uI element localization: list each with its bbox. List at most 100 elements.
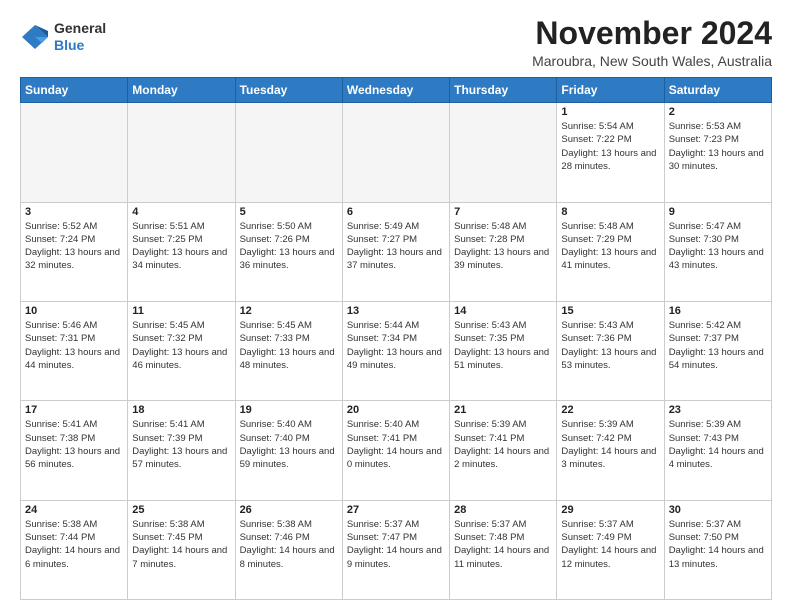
calendar-cell: 28 Sunrise: 5:37 AM Sunset: 7:48 PM Dayli… (450, 500, 557, 599)
day-info: Sunrise: 5:37 AM Sunset: 7:48 PM Dayligh… (454, 518, 552, 571)
month-title: November 2024 (532, 16, 772, 51)
calendar-cell: 30Sunrise: 5:37 AM Sunset: 7:50 PM Dayli… (664, 500, 771, 599)
calendar-cell: 22 Sunrise: 5:39 AM Sunset: 7:42 PM Dayli… (557, 401, 664, 500)
calendar-cell: 9Sunrise: 5:47 AM Sunset: 7:30 PM Daylig… (664, 202, 771, 301)
day-number: 29 (561, 504, 659, 516)
day-info: Sunrise: 5:48 AM Sunset: 7:28 PM Dayligh… (454, 220, 552, 273)
page: General Blue November 2024 Maroubra, New… (0, 0, 792, 612)
day-number: 6 (347, 206, 445, 218)
day-info: Sunrise: 5:51 AM Sunset: 7:25 PM Dayligh… (132, 220, 230, 273)
day-info: Sunrise: 5:39 AM Sunset: 7:41 PM Dayligh… (454, 418, 552, 471)
day-info: Sunrise: 5:38 AM Sunset: 7:45 PM Dayligh… (132, 518, 230, 571)
day-info: Sunrise: 5:43 AM Sunset: 7:36 PM Dayligh… (561, 319, 659, 372)
week-row-1: 1 Sunrise: 5:54 AM Sunset: 7:22 PM Daylig… (21, 103, 772, 202)
calendar-cell: 5 Sunrise: 5:50 AM Sunset: 7:26 PM Daylig… (235, 202, 342, 301)
day-number: 21 (454, 404, 552, 416)
day-info: Sunrise: 5:41 AM Sunset: 7:39 PM Dayligh… (132, 418, 230, 471)
day-number: 1 (561, 106, 659, 118)
week-row-5: 24Sunrise: 5:38 AM Sunset: 7:44 PM Dayli… (21, 500, 772, 599)
calendar-cell: 24Sunrise: 5:38 AM Sunset: 7:44 PM Dayli… (21, 500, 128, 599)
day-number: 5 (240, 206, 338, 218)
day-number: 17 (25, 404, 123, 416)
weekday-header-row: SundayMondayTuesdayWednesdayThursdayFrid… (21, 78, 772, 103)
calendar-cell: 23 Sunrise: 5:39 AM Sunset: 7:43 PM Dayli… (664, 401, 771, 500)
calendar-cell: 13Sunrise: 5:44 AM Sunset: 7:34 PM Dayli… (342, 301, 449, 400)
weekday-header-thursday: Thursday (450, 78, 557, 103)
week-row-2: 3 Sunrise: 5:52 AM Sunset: 7:24 PM Daylig… (21, 202, 772, 301)
day-number: 8 (561, 206, 659, 218)
day-info: Sunrise: 5:43 AM Sunset: 7:35 PM Dayligh… (454, 319, 552, 372)
calendar-cell: 29 Sunrise: 5:37 AM Sunset: 7:49 PM Dayli… (557, 500, 664, 599)
day-info: Sunrise: 5:42 AM Sunset: 7:37 PM Dayligh… (669, 319, 767, 372)
day-info: Sunrise: 5:49 AM Sunset: 7:27 PM Dayligh… (347, 220, 445, 273)
day-number: 11 (132, 305, 230, 317)
calendar-cell: 3 Sunrise: 5:52 AM Sunset: 7:24 PM Daylig… (21, 202, 128, 301)
week-row-4: 17Sunrise: 5:41 AM Sunset: 7:38 PM Dayli… (21, 401, 772, 500)
day-number: 2 (669, 106, 767, 118)
calendar-cell: 16 Sunrise: 5:42 AM Sunset: 7:37 PM Dayli… (664, 301, 771, 400)
header: General Blue November 2024 Maroubra, New… (20, 16, 772, 69)
day-info: Sunrise: 5:39 AM Sunset: 7:43 PM Dayligh… (669, 418, 767, 471)
logo-icon (20, 23, 50, 51)
day-info: Sunrise: 5:54 AM Sunset: 7:22 PM Dayligh… (561, 120, 659, 173)
calendar-cell: 19 Sunrise: 5:40 AM Sunset: 7:40 PM Dayli… (235, 401, 342, 500)
day-info: Sunrise: 5:53 AM Sunset: 7:23 PM Dayligh… (669, 120, 767, 173)
day-info: Sunrise: 5:50 AM Sunset: 7:26 PM Dayligh… (240, 220, 338, 273)
day-number: 15 (561, 305, 659, 317)
day-number: 4 (132, 206, 230, 218)
weekday-header-friday: Friday (557, 78, 664, 103)
calendar-cell: 26 Sunrise: 5:38 AM Sunset: 7:46 PM Dayli… (235, 500, 342, 599)
day-number: 20 (347, 404, 445, 416)
day-info: Sunrise: 5:45 AM Sunset: 7:32 PM Dayligh… (132, 319, 230, 372)
day-number: 7 (454, 206, 552, 218)
calendar-cell: 15 Sunrise: 5:43 AM Sunset: 7:36 PM Dayli… (557, 301, 664, 400)
calendar-cell (21, 103, 128, 202)
calendar-cell: 10Sunrise: 5:46 AM Sunset: 7:31 PM Dayli… (21, 301, 128, 400)
weekday-header-saturday: Saturday (664, 78, 771, 103)
day-number: 23 (669, 404, 767, 416)
day-number: 12 (240, 305, 338, 317)
day-info: Sunrise: 5:40 AM Sunset: 7:40 PM Dayligh… (240, 418, 338, 471)
calendar-cell: 12 Sunrise: 5:45 AM Sunset: 7:33 PM Dayli… (235, 301, 342, 400)
week-row-3: 10Sunrise: 5:46 AM Sunset: 7:31 PM Dayli… (21, 301, 772, 400)
logo-text: General Blue (54, 20, 106, 54)
day-number: 16 (669, 305, 767, 317)
calendar-cell: 14Sunrise: 5:43 AM Sunset: 7:35 PM Dayli… (450, 301, 557, 400)
day-number: 22 (561, 404, 659, 416)
calendar-cell (450, 103, 557, 202)
day-info: Sunrise: 5:38 AM Sunset: 7:46 PM Dayligh… (240, 518, 338, 571)
weekday-header-wednesday: Wednesday (342, 78, 449, 103)
weekday-header-tuesday: Tuesday (235, 78, 342, 103)
day-info: Sunrise: 5:37 AM Sunset: 7:49 PM Dayligh… (561, 518, 659, 571)
calendar-cell: 18 Sunrise: 5:41 AM Sunset: 7:39 PM Dayli… (128, 401, 235, 500)
day-info: Sunrise: 5:38 AM Sunset: 7:44 PM Dayligh… (25, 518, 123, 571)
day-number: 3 (25, 206, 123, 218)
day-number: 26 (240, 504, 338, 516)
calendar-cell: 11 Sunrise: 5:45 AM Sunset: 7:32 PM Dayli… (128, 301, 235, 400)
calendar-cell: 25 Sunrise: 5:38 AM Sunset: 7:45 PM Dayli… (128, 500, 235, 599)
calendar-cell: 2 Sunrise: 5:53 AM Sunset: 7:23 PM Daylig… (664, 103, 771, 202)
day-number: 28 (454, 504, 552, 516)
day-info: Sunrise: 5:37 AM Sunset: 7:47 PM Dayligh… (347, 518, 445, 571)
calendar-cell (342, 103, 449, 202)
day-number: 30 (669, 504, 767, 516)
day-info: Sunrise: 5:45 AM Sunset: 7:33 PM Dayligh… (240, 319, 338, 372)
day-number: 25 (132, 504, 230, 516)
calendar-cell: 6 Sunrise: 5:49 AM Sunset: 7:27 PM Daylig… (342, 202, 449, 301)
day-info: Sunrise: 5:48 AM Sunset: 7:29 PM Dayligh… (561, 220, 659, 273)
logo: General Blue (20, 20, 106, 54)
calendar-cell: 8 Sunrise: 5:48 AM Sunset: 7:29 PM Daylig… (557, 202, 664, 301)
weekday-header-sunday: Sunday (21, 78, 128, 103)
title-block: November 2024 Maroubra, New South Wales,… (532, 16, 772, 69)
calendar-table: SundayMondayTuesdayWednesdayThursdayFrid… (20, 77, 772, 600)
day-info: Sunrise: 5:52 AM Sunset: 7:24 PM Dayligh… (25, 220, 123, 273)
calendar-cell: 1 Sunrise: 5:54 AM Sunset: 7:22 PM Daylig… (557, 103, 664, 202)
day-info: Sunrise: 5:39 AM Sunset: 7:42 PM Dayligh… (561, 418, 659, 471)
day-number: 18 (132, 404, 230, 416)
day-number: 9 (669, 206, 767, 218)
day-number: 19 (240, 404, 338, 416)
day-info: Sunrise: 5:46 AM Sunset: 7:31 PM Dayligh… (25, 319, 123, 372)
day-info: Sunrise: 5:40 AM Sunset: 7:41 PM Dayligh… (347, 418, 445, 471)
day-number: 13 (347, 305, 445, 317)
calendar-cell: 20 Sunrise: 5:40 AM Sunset: 7:41 PM Dayli… (342, 401, 449, 500)
